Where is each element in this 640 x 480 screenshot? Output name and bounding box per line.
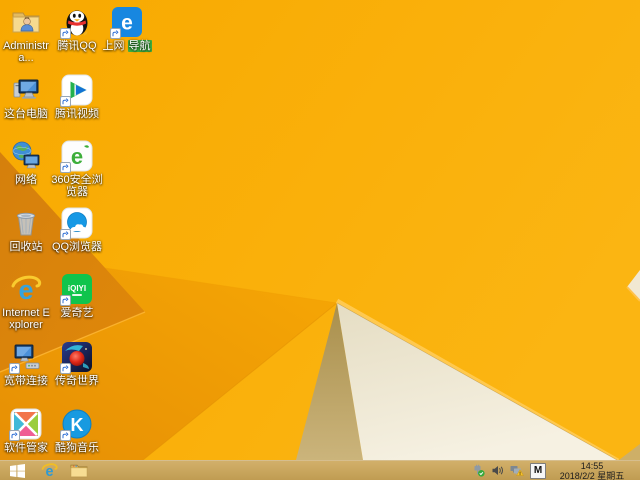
shortcut-arrow-icon bbox=[60, 28, 71, 39]
icon-label: 这台电脑 bbox=[4, 108, 48, 120]
icon-label: Internet Explorer bbox=[2, 307, 50, 331]
windows-logo-icon bbox=[9, 463, 25, 478]
recycle-bin-icon bbox=[10, 207, 42, 239]
desktop-area[interactable]: Administra... 腾讯QQ e 上网 导航 这台电脑 腾讯视频 网络 … bbox=[0, 0, 640, 460]
shortcut-arrow-icon bbox=[60, 295, 71, 306]
icon-label: 网络 bbox=[15, 174, 37, 186]
360-browser-e-icon: e bbox=[60, 140, 93, 173]
icon-label: 腾讯视频 bbox=[55, 108, 99, 120]
svg-text:e: e bbox=[121, 12, 133, 35]
icon-label: 酷狗音乐 bbox=[55, 442, 99, 454]
icon-label: 回收站 bbox=[9, 241, 43, 253]
desktop-icon-network[interactable]: 网络 bbox=[0, 140, 52, 204]
software-manager-icon bbox=[9, 408, 42, 441]
internet-explorer-icon: e bbox=[41, 463, 58, 479]
desktop-icon-360-browser[interactable]: e 360安全浏览器 bbox=[51, 140, 103, 204]
icon-label: Administra... bbox=[3, 40, 49, 64]
taskbar-clock[interactable]: 14:55 2018/2/2 星期五 bbox=[550, 461, 640, 480]
ime-indicator[interactable]: M bbox=[530, 462, 546, 479]
shortcut-arrow-icon bbox=[60, 162, 71, 173]
shortcut-arrow-icon bbox=[60, 430, 71, 441]
icon-label: 腾讯QQ bbox=[57, 40, 97, 52]
taskbar-internet-explorer[interactable]: e bbox=[34, 461, 64, 480]
taskbar: e M 14:55 2018/2/2 星期五 bbox=[0, 460, 640, 480]
windows-desktop-screen: Administra... 腾讯QQ e 上网 导航 这台电脑 腾讯视频 网络 … bbox=[0, 0, 640, 480]
desktop-icon-web-navigation[interactable]: e 上网 导航 bbox=[101, 6, 153, 70]
taskbar-file-explorer[interactable] bbox=[64, 461, 94, 480]
shortcut-arrow-icon bbox=[9, 430, 20, 441]
qq-penguin-icon bbox=[60, 6, 93, 39]
qq-browser-cloud-icon bbox=[60, 207, 93, 240]
internet-explorer-icon: e bbox=[10, 273, 42, 305]
label-highlight: 导航 bbox=[127, 40, 152, 52]
icon-label: 传奇世界 bbox=[55, 375, 99, 387]
this-pc-icon bbox=[10, 74, 42, 106]
usb-safely-remove-icon[interactable] bbox=[471, 463, 486, 478]
clock-time: 14:55 bbox=[580, 460, 604, 471]
desktop-icon-legend-world[interactable]: 传奇世界 bbox=[51, 341, 103, 405]
iqiyi-icon: iQIYI bbox=[60, 273, 93, 306]
shortcut-arrow-icon bbox=[60, 96, 71, 107]
svg-text:e: e bbox=[71, 144, 83, 169]
tencent-video-play-icon bbox=[60, 74, 93, 107]
desktop-icon-this-pc[interactable]: 这台电脑 bbox=[0, 74, 52, 138]
icon-label: 软件管家 bbox=[4, 442, 48, 454]
svg-text:iQIYI: iQIYI bbox=[68, 284, 86, 293]
icon-label: 上网 导航 bbox=[102, 40, 152, 52]
desktop-icon-tencent-video[interactable]: 腾讯视频 bbox=[51, 74, 103, 138]
desktop-icon-iqiyi[interactable]: iQIYI 爱奇艺 bbox=[51, 273, 103, 337]
desktop-icon-tencent-qq[interactable]: 腾讯QQ bbox=[51, 6, 103, 70]
desktop-icon-broadband-connection[interactable]: 宽带连接 bbox=[0, 341, 52, 405]
legend-world-game-icon bbox=[60, 341, 93, 374]
svg-text:K: K bbox=[71, 415, 84, 435]
system-tray: M 14:55 2018/2/2 星期五 bbox=[469, 461, 640, 480]
file-explorer-icon bbox=[70, 464, 88, 478]
icon-label: QQ浏览器 bbox=[51, 241, 103, 253]
icon-label: 360安全浏览器 bbox=[51, 174, 103, 198]
shortcut-arrow-icon bbox=[110, 28, 121, 39]
desktop-icon-internet-explorer[interactable]: e Internet Explorer bbox=[0, 273, 52, 337]
desktop-icon-administrator[interactable]: Administra... bbox=[0, 6, 52, 70]
user-folder-icon bbox=[10, 6, 42, 38]
network-globe-icon bbox=[10, 140, 42, 172]
shortcut-arrow-icon bbox=[60, 363, 71, 374]
desktop-icon-qq-browser[interactable]: QQ浏览器 bbox=[51, 207, 103, 271]
broadband-connection-icon bbox=[9, 341, 42, 374]
icon-label: 宽带连接 bbox=[4, 375, 48, 387]
volume-icon[interactable] bbox=[490, 463, 505, 478]
shortcut-arrow-icon bbox=[9, 363, 20, 374]
kugou-music-icon: K bbox=[60, 408, 93, 441]
svg-text:e: e bbox=[45, 464, 53, 479]
start-button[interactable] bbox=[0, 461, 34, 480]
shortcut-arrow-icon bbox=[60, 229, 71, 240]
desktop-icon-recycle-bin[interactable]: 回收站 bbox=[0, 207, 52, 271]
network-warning-icon[interactable] bbox=[509, 463, 524, 478]
clock-date: 2018/2/2 星期五 bbox=[559, 470, 625, 480]
icon-label: 爱奇艺 bbox=[60, 307, 94, 319]
web-navigation-e-icon: e bbox=[110, 6, 143, 39]
